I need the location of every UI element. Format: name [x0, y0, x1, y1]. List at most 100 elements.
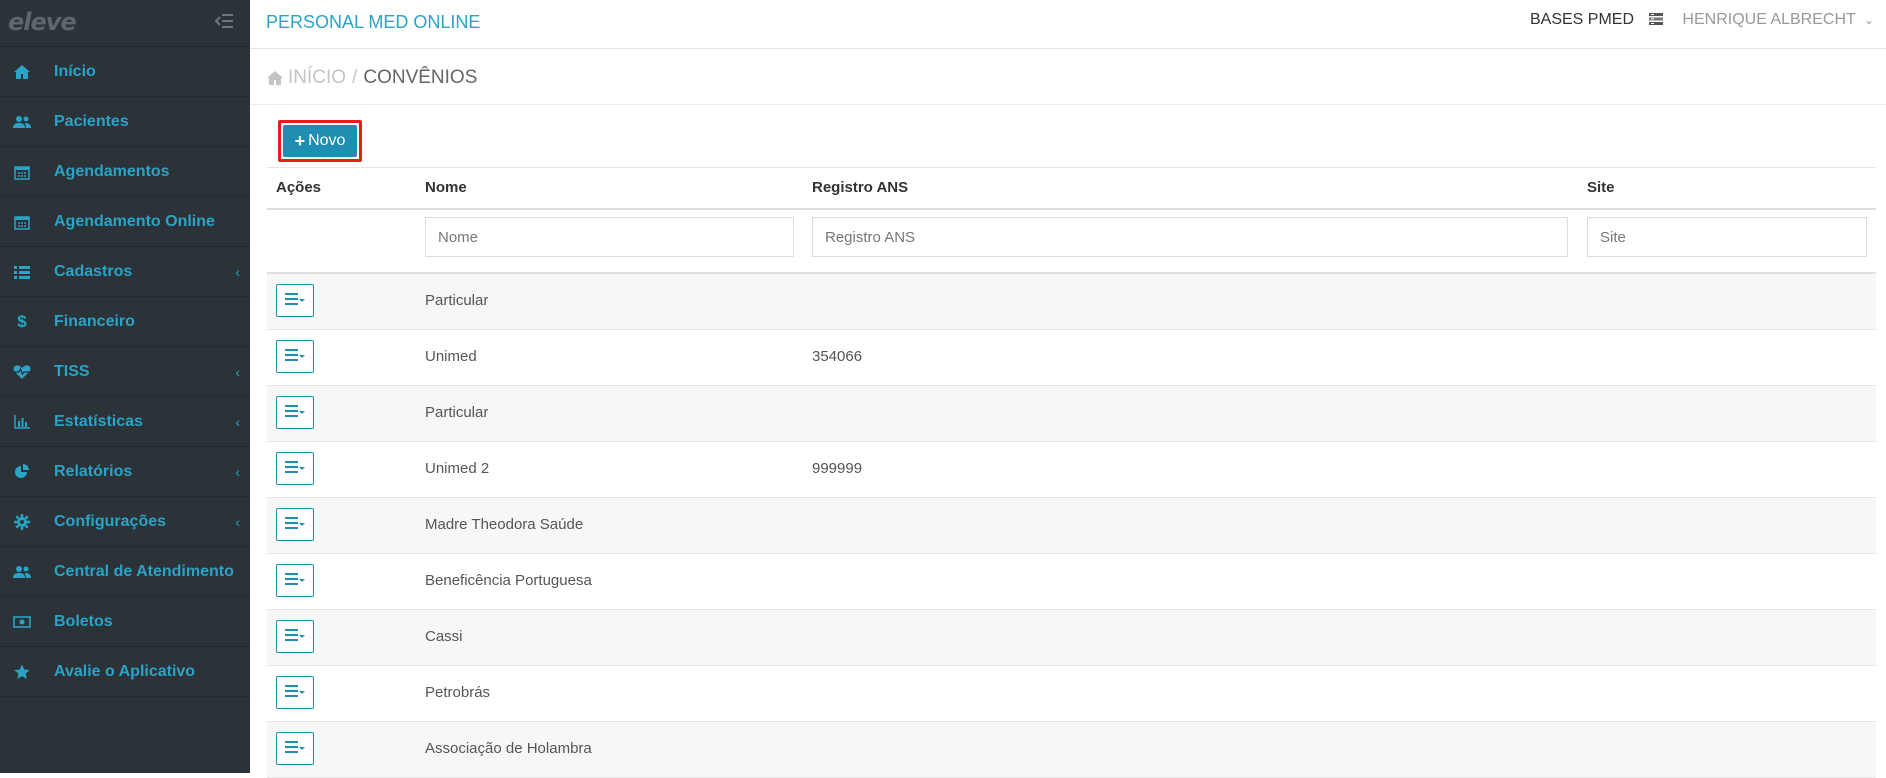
- cell-nome: Cassi: [425, 628, 463, 645]
- list-icon: [12, 262, 32, 282]
- sidebar-item-label: Agendamentos: [54, 162, 170, 180]
- cell-nome: Unimed: [425, 348, 477, 365]
- sidebar: eleve Início Pacientes Agendamentos Agendam…: [0, 0, 250, 773]
- users-icon: [12, 562, 32, 582]
- chevron-left-icon: ‹: [235, 513, 240, 530]
- sidebar-collapse-icon[interactable]: [214, 12, 234, 30]
- registro-ans-filter-input[interactable]: [812, 217, 1568, 257]
- menu-dropdown-icon: [284, 348, 306, 365]
- breadcrumb-home-link[interactable]: INÍCIO: [288, 67, 346, 89]
- cell-registro-ans: 999999: [812, 460, 863, 477]
- user-menu[interactable]: HENRIQUE ALBRECHT ⌄: [1682, 11, 1874, 29]
- bases-selector[interactable]: BASES PMED: [1530, 11, 1634, 29]
- chevron-left-icon: ‹: [235, 363, 240, 380]
- row-actions-button[interactable]: [276, 732, 314, 765]
- sidebar-item-label: Cadastros: [54, 262, 133, 280]
- chevron-left-icon: ‹: [235, 463, 240, 480]
- app-title: PERSONAL MED ONLINE: [266, 12, 481, 32]
- sidebar-item-label: Avalie o Aplicativo: [54, 662, 196, 680]
- cell-nome: Petrobrás: [425, 684, 491, 701]
- sidebar-item-agendamentos[interactable]: Agendamentos: [0, 147, 250, 197]
- table-row: Particular: [267, 386, 1876, 442]
- bar-chart-icon: [12, 412, 32, 432]
- sidebar-item-label: Financeiro: [54, 312, 135, 330]
- new-button[interactable]: + Novo: [283, 125, 357, 157]
- sidebar-item-label: Boletos: [54, 612, 113, 630]
- sidebar-header: eleve: [0, 0, 250, 47]
- row-actions-button[interactable]: [276, 620, 314, 653]
- site-filter-input[interactable]: [1587, 217, 1867, 257]
- menu-dropdown-icon: [284, 628, 306, 645]
- menu-dropdown-icon: [284, 572, 306, 589]
- sidebar-item-boletos[interactable]: Boletos: [0, 597, 250, 647]
- table-row: Cassi: [267, 610, 1876, 666]
- pie-chart-icon: [12, 462, 32, 482]
- sidebar-item-agendamento-online[interactable]: Agendamento Online: [0, 197, 250, 247]
- menu-dropdown-icon: [284, 404, 306, 421]
- row-actions-button[interactable]: [276, 564, 314, 597]
- cell-nome: Unimed 2: [425, 460, 490, 477]
- menu-dropdown-icon: [284, 292, 306, 309]
- row-actions-button[interactable]: [276, 452, 314, 485]
- row-actions-button[interactable]: [276, 396, 314, 429]
- sidebar-item-avalie-o-aplicativo[interactable]: Avalie o Aplicativo: [0, 647, 250, 697]
- nome-filter-input[interactable]: [425, 217, 794, 257]
- database-icon[interactable]: [1648, 11, 1664, 27]
- cell-nome: Associação de Holambra: [425, 740, 592, 757]
- table-row: Associação de Holambra: [267, 722, 1876, 778]
- star-icon: [12, 662, 32, 682]
- table-row: Particular: [267, 274, 1876, 330]
- sidebar-item-label: TISS: [54, 362, 90, 380]
- row-actions-button[interactable]: [276, 676, 314, 709]
- gear-icon: [12, 512, 32, 532]
- sidebar-item-financeiro[interactable]: $ Financeiro: [0, 297, 250, 347]
- table-row: Beneficência Portuguesa: [267, 554, 1876, 610]
- row-actions-button[interactable]: [276, 340, 314, 373]
- plus-icon: +: [294, 130, 306, 151]
- sidebar-item-label: Configurações: [54, 512, 167, 530]
- header-site[interactable]: Site: [1587, 179, 1615, 196]
- table-row: Unimed 2 999999: [267, 442, 1876, 498]
- user-name: HENRIQUE ALBRECHT: [1682, 11, 1856, 28]
- table-row: Petrobrás: [267, 666, 1876, 722]
- home-icon[interactable]: [266, 70, 284, 86]
- sidebar-item-label: Pacientes: [54, 112, 129, 130]
- cell-nome: Beneficência Portuguesa: [425, 572, 592, 589]
- home-icon: [12, 62, 32, 82]
- divider: [250, 104, 1886, 105]
- calendar-icon: [12, 162, 32, 182]
- header-registro-ans[interactable]: Registro ANS: [812, 179, 908, 196]
- menu-dropdown-icon: [284, 516, 306, 533]
- sidebar-item-cadastros[interactable]: Cadastros ‹: [0, 247, 250, 297]
- app-logo: eleve: [8, 8, 77, 36]
- sidebar-item-configuracoes[interactable]: Configurações ‹: [0, 497, 250, 547]
- row-actions-button[interactable]: [276, 284, 314, 317]
- sidebar-item-relatorios[interactable]: Relatórios ‹: [0, 447, 250, 497]
- menu-dropdown-icon: [284, 684, 306, 701]
- chevron-left-icon: ‹: [235, 413, 240, 430]
- cell-nome: Madre Theodora Saúde: [425, 516, 584, 533]
- table-row: Unimed 354066: [267, 330, 1876, 386]
- sidebar-item-tiss[interactable]: TISS ‹: [0, 347, 250, 397]
- heartbeat-icon: [12, 362, 32, 382]
- sidebar-item-central-de-atendimento[interactable]: Central de Atendimento: [0, 547, 250, 597]
- sidebar-item-inicio[interactable]: Início: [0, 47, 250, 97]
- sidebar-item-estatisticas[interactable]: Estatísticas ‹: [0, 397, 250, 447]
- cell-nome: Particular: [425, 292, 489, 309]
- sidebar-item-label: Relatórios: [54, 462, 133, 480]
- new-button-label: Novo: [308, 132, 346, 149]
- sidebar-item-pacientes[interactable]: Pacientes: [0, 97, 250, 147]
- sidebar-item-label: Início: [54, 62, 96, 80]
- sidebar-item-label: Agendamento Online: [54, 212, 215, 230]
- breadcrumb-separator: /: [352, 67, 358, 88]
- header-nome[interactable]: Nome: [425, 179, 467, 196]
- money-icon: [12, 612, 32, 632]
- menu-dropdown-icon: [284, 740, 306, 757]
- convenios-table: Ações Nome Registro ANS Site Particular U…: [267, 167, 1876, 778]
- menu-dropdown-icon: [284, 460, 306, 477]
- dollar-icon: $: [17, 311, 27, 331]
- chevron-left-icon: ‹: [235, 263, 240, 280]
- row-actions-button[interactable]: [276, 508, 314, 541]
- chevron-down-icon: ⌄: [1863, 13, 1874, 27]
- sidebar-item-label: Estatísticas: [54, 412, 143, 430]
